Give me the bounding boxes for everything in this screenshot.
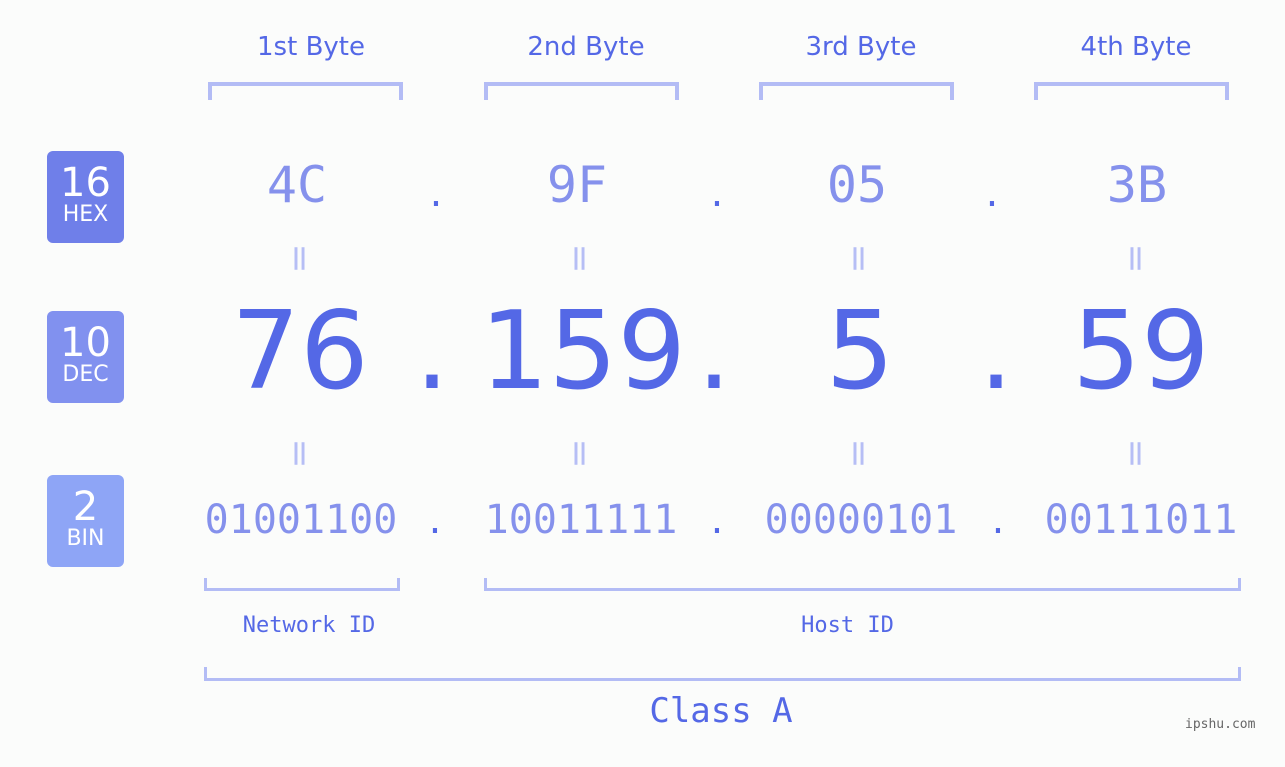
host-id-label: Host ID (801, 613, 894, 638)
bin-byte-3: 00000101 (764, 497, 958, 543)
equals-sign: = (279, 438, 321, 469)
hex-byte-3: 05 (826, 156, 888, 214)
byte-bracket-1 (208, 82, 403, 100)
dec-byte-4: 59 (1072, 289, 1210, 414)
bin-badge: 2 BIN (47, 475, 124, 567)
column-header-2: 2nd Byte (527, 32, 645, 62)
equals-sign: = (279, 243, 321, 274)
network-bracket (204, 578, 400, 591)
dec-byte-3: 5 (825, 289, 895, 414)
hex-byte-4: 3B (1106, 156, 1168, 214)
dec-byte-2: 159 (479, 289, 687, 414)
bin-dot-3: . (991, 497, 1005, 543)
hex-label: HEX (62, 202, 109, 227)
column-header-1: 1st Byte (257, 32, 365, 62)
equals-sign: = (559, 438, 601, 469)
equals-sign: = (1115, 438, 1157, 469)
equals-sign: = (1115, 243, 1157, 274)
bin-byte-1: 01001100 (204, 497, 398, 543)
dec-badge: 10 DEC (47, 311, 124, 403)
equals-sign: = (838, 243, 880, 274)
dec-dot-2: . (696, 289, 732, 414)
hex-dot-2: . (710, 170, 724, 216)
bin-byte-2: 10011111 (484, 497, 678, 543)
hex-byte-2: 9F (546, 156, 608, 214)
hex-base: 16 (60, 160, 111, 206)
dec-base: 10 (60, 320, 111, 366)
dec-label: DEC (62, 362, 109, 387)
watermark: ipshu.com (1185, 717, 1256, 732)
equals-sign: = (838, 438, 880, 469)
bin-byte-4: 00111011 (1044, 497, 1238, 543)
dec-byte-1: 76 (231, 289, 369, 414)
hex-badge: 16 HEX (47, 151, 124, 243)
equals-sign: = (559, 243, 601, 274)
dec-dot-1: . (414, 289, 450, 414)
class-label: Class A (649, 691, 793, 731)
network-id-label: Network ID (242, 613, 376, 638)
byte-bracket-2 (484, 82, 679, 100)
hex-byte-1: 4C (266, 156, 328, 214)
host-bracket (484, 578, 1241, 591)
hex-dot-3: . (985, 170, 999, 216)
bin-label: BIN (66, 526, 105, 551)
bin-base: 2 (72, 484, 99, 530)
dec-dot-3: . (978, 289, 1014, 414)
byte-bracket-3 (759, 82, 954, 100)
class-bracket (204, 667, 1241, 681)
column-header-4: 4th Byte (1080, 32, 1192, 62)
bin-dot-1: . (428, 497, 442, 543)
bin-dot-2: . (710, 497, 724, 543)
hex-dot-1: . (429, 170, 443, 216)
byte-bracket-4 (1034, 82, 1229, 100)
column-header-3: 3rd Byte (805, 32, 917, 62)
